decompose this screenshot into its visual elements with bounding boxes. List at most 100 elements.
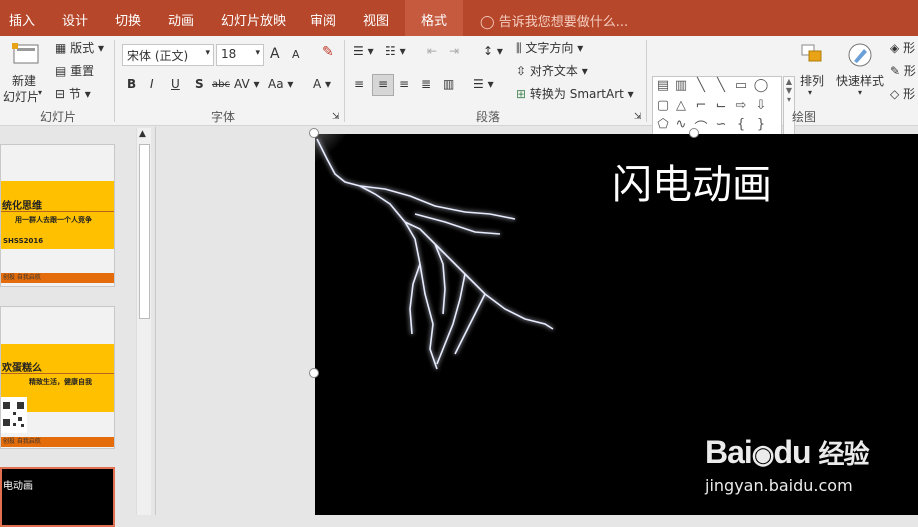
shrink-font-icon[interactable]: A — [292, 48, 300, 61]
divider — [1, 211, 114, 212]
bullets-icon[interactable]: ☰ ▾ — [353, 44, 374, 58]
chevron-down-icon[interactable]: ▾ — [808, 88, 812, 97]
rounded-rect-shape-icon[interactable]: ▢ — [655, 98, 671, 113]
tab-transitions[interactable]: 切换 — [115, 10, 141, 29]
text-direction-button[interactable]: ⫼ 文字方向 ▾ — [516, 39, 583, 56]
layout-button[interactable]: ▦ 版式 ▾ — [55, 39, 104, 56]
triangle-shape-icon[interactable]: △ — [673, 98, 689, 113]
right-arrow-shape-icon[interactable]: ⇨ — [733, 98, 749, 113]
tab-view[interactable]: 视图 — [363, 10, 389, 29]
shapes-gallery-scroll[interactable]: ▲ ▼ ▾ — [783, 76, 795, 136]
resize-handle[interactable] — [689, 128, 699, 138]
align-text-button[interactable]: ⇳ 对齐文本 ▾ — [516, 62, 588, 79]
decrease-indent-icon[interactable]: ⇤ — [427, 44, 437, 58]
change-case-label: Aa — [268, 77, 284, 91]
underline-button[interactable]: U — [171, 77, 180, 91]
left-brace-shape-icon[interactable]: { — [733, 117, 749, 132]
down-arrow-shape-icon[interactable]: ⇩ — [753, 98, 769, 113]
curve-shape-icon[interactable]: ∽ — [713, 117, 729, 132]
shadow-button[interactable]: S — [195, 77, 204, 91]
quick-styles-icon[interactable] — [845, 40, 875, 70]
paw-icon: ◉ — [751, 439, 775, 469]
resize-handle[interactable] — [309, 128, 319, 138]
increase-indent-icon[interactable]: ⇥ — [449, 44, 459, 58]
columns-icon[interactable]: ☰ ▾ — [473, 77, 494, 91]
char-spacing-button[interactable]: AV ▾ — [234, 77, 260, 91]
tell-me-box[interactable]: ◯ 告诉我您想要做什么... — [480, 11, 628, 30]
oval-shape-icon[interactable]: ◯ — [753, 78, 769, 93]
group-label-paragraph: 段落 — [476, 110, 501, 124]
elbow-connector-icon[interactable]: ⌐ — [693, 98, 709, 113]
italic-button[interactable]: I — [150, 77, 154, 91]
font-size-value: 18 — [221, 47, 237, 61]
scrollbar-thumb[interactable] — [139, 144, 150, 319]
convert-smartart-button[interactable]: ⊞ 转换为 SmartArt ▾ — [516, 85, 634, 102]
resize-handle[interactable] — [309, 368, 319, 378]
font-color-button[interactable]: A ▾ — [313, 77, 331, 91]
tab-animations[interactable]: 动画 — [168, 10, 194, 29]
shape-fill-button[interactable]: ◈ 形 — [890, 39, 915, 56]
vertical-textbox-shape-icon[interactable]: ▥ — [673, 78, 689, 93]
font-name-combo[interactable]: 宋体 (正文) ▾ — [122, 44, 214, 66]
quick-styles-button[interactable]: 快速样式 — [836, 72, 884, 89]
numbering-icon[interactable]: ☷ ▾ — [385, 44, 406, 58]
tell-me-text: 告诉我您想要做什么... — [498, 15, 629, 30]
rectangle-shape-icon[interactable]: ▭ — [733, 78, 749, 93]
tab-format[interactable]: 格式 — [405, 0, 464, 36]
strikethrough-button[interactable]: abc — [212, 79, 230, 90]
tab-review[interactable]: 审阅 — [310, 10, 336, 29]
group-label-drawing: 绘图 — [792, 110, 817, 124]
freeform-shape-icon[interactable]: ⬠ — [655, 117, 671, 132]
new-slide-button-label[interactable]: 幻灯片 — [3, 88, 39, 105]
tab-design[interactable]: 设计 — [62, 10, 88, 29]
textbox-shape-icon[interactable]: ▤ — [655, 78, 671, 93]
tab-insert[interactable]: 插入 — [9, 10, 35, 29]
slide-thumbnail[interactable]: 欢蛋糕么 精致生活，健康自我 创投 自我启航 — [0, 306, 115, 449]
layout-label: 版式 — [70, 41, 95, 55]
shapes-gallery[interactable]: ▤ ▥ ╲ ╲ ▭ ◯ ▢ △ ⌐ ⌙ ⇨ ⇩ ⬠ ∿ ⌒ ∽ { } — [652, 76, 782, 136]
new-slide-icon[interactable] — [6, 40, 46, 70]
elbow-connector-icon[interactable]: ⌙ — [713, 98, 729, 113]
thumbnail-title: 电动画 — [3, 481, 33, 492]
dialog-launcher-icon[interactable]: ⇲ — [634, 112, 642, 122]
clear-format-icon[interactable]: ✎ — [322, 44, 334, 60]
scroll-up-icon[interactable]: ▲ — [139, 129, 146, 139]
section-button[interactable]: ⊟ 节 ▾ — [55, 85, 91, 102]
pen-icon: ✎ — [890, 64, 901, 78]
scribble-shape-icon[interactable]: ∿ — [673, 117, 689, 132]
watermark-brand: Bai — [705, 434, 753, 470]
slide-thumbnail[interactable]: 统化思维 用一群人去跟一个人竞争 SHSS2016 创投 自我启航 — [0, 144, 115, 287]
bold-button[interactable]: B — [127, 77, 136, 91]
tab-slideshow[interactable]: 幻灯片放映 — [221, 10, 286, 29]
line-shape-icon[interactable]: ╲ — [713, 78, 729, 93]
font-name-value: 宋体 (正文) — [127, 49, 189, 63]
paint-bucket-icon: ◈ — [890, 41, 900, 55]
line-spacing-icon[interactable]: ↕ ▾ — [483, 44, 503, 58]
shape-effects-button[interactable]: ◇ 形 — [890, 85, 915, 102]
slide-title[interactable]: 闪电动画 — [612, 152, 772, 210]
chevron-down-icon[interactable]: ▾ — [38, 88, 42, 97]
grow-font-icon[interactable]: A — [270, 46, 280, 62]
thumbnail-scrollbar[interactable]: ▲ — [136, 128, 151, 515]
line-shape-icon[interactable]: ╲ — [693, 78, 709, 93]
change-case-button[interactable]: Aa ▾ — [268, 77, 293, 91]
chevron-down-icon[interactable]: ▾ — [858, 88, 862, 97]
align-left-icon[interactable]: ≡ — [354, 77, 364, 91]
right-brace-shape-icon[interactable]: } — [753, 117, 769, 132]
justify-icon[interactable]: ≣ — [421, 77, 431, 91]
reset-button[interactable]: ▤ 重置 — [55, 62, 94, 79]
arrange-icon[interactable] — [797, 40, 827, 70]
align-center-icon[interactable]: ≡ — [372, 74, 394, 96]
font-size-combo[interactable]: 18 ▾ — [216, 44, 264, 66]
distributed-icon[interactable]: ▥ — [443, 77, 454, 91]
shape-outline-button[interactable]: ✎ 形 — [890, 62, 916, 79]
chevron-down-icon[interactable]: ▾ — [255, 48, 260, 58]
new-slide-button[interactable]: 新建 — [12, 72, 36, 89]
align-right-icon[interactable]: ≡ — [399, 77, 409, 91]
slide-thumbnail-selected[interactable]: 电动画 — [0, 467, 115, 527]
shape-effects-label: 形 — [903, 87, 916, 101]
dialog-launcher-icon[interactable]: ⇲ — [332, 112, 340, 122]
chevron-down-icon[interactable]: ▾ — [205, 48, 210, 58]
slide-canvas[interactable]: 闪电动画 Bai◉du 经验 jingyan.baidu.com — [315, 134, 918, 515]
arrange-button[interactable]: 排列 — [800, 72, 824, 89]
